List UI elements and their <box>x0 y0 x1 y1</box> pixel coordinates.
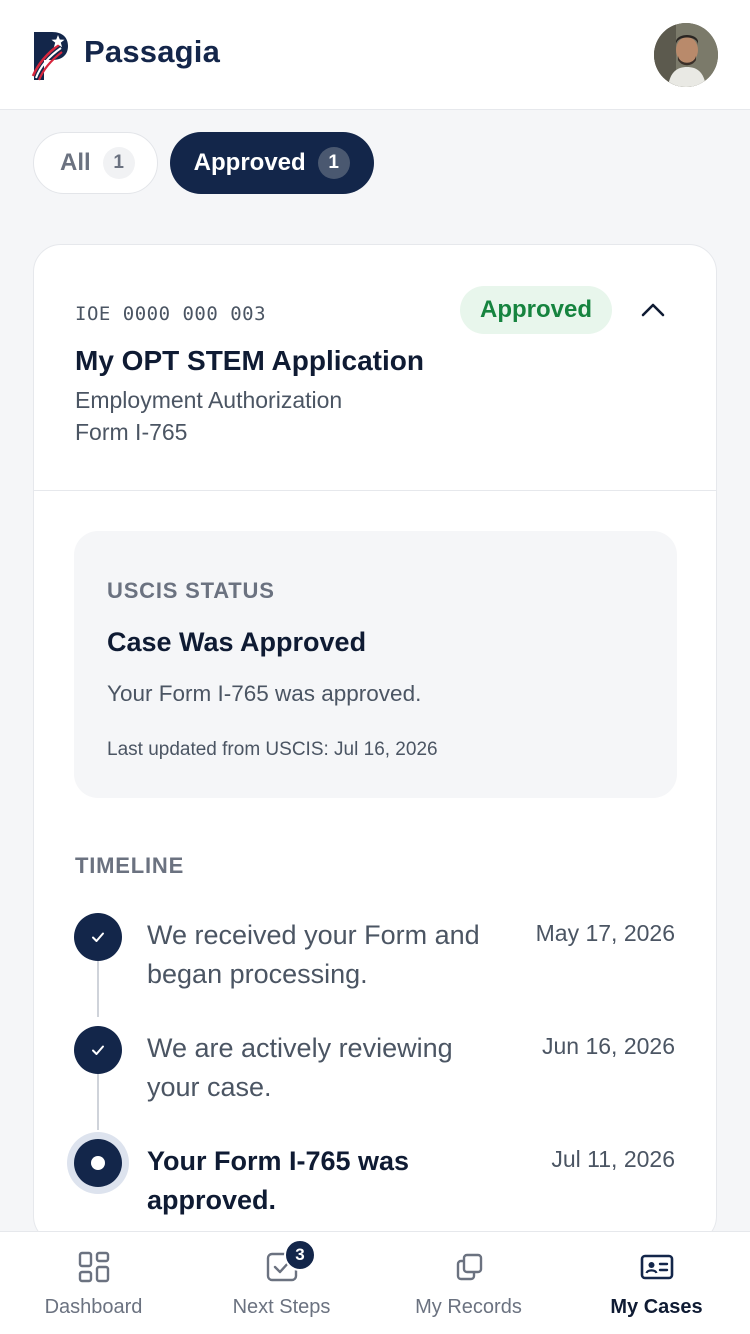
nav-next-steps[interactable]: 3 Next Steps <box>188 1232 375 1334</box>
current-step-icon <box>74 1139 122 1187</box>
brand-name: Passagia <box>84 34 221 69</box>
uscis-status-panel: USCIS STATUS Case Was Approved Your Form… <box>74 531 677 798</box>
case-title: My OPT STEM Application <box>75 345 424 376</box>
timeline-item-date: Jul 11, 2026 <box>551 1146 675 1172</box>
passagia-logo-icon <box>31 32 68 81</box>
filter-all-count: 1 <box>102 147 135 179</box>
avatar[interactable] <box>654 23 718 87</box>
uscis-status-title: Case Was Approved <box>107 627 367 657</box>
uscis-status-label: USCIS STATUS <box>107 578 275 603</box>
filter-approved-count: 1 <box>317 147 350 179</box>
status-badge: Approved <box>460 286 613 334</box>
timeline-item-text: We are actively reviewing your case. <box>147 1033 453 1102</box>
filter-approved-label: Approved <box>193 149 306 176</box>
timeline-item-date: May 17, 2026 <box>535 920 675 946</box>
dashboard-icon <box>78 1251 109 1283</box>
case-receipt-number: IOE 0000 000 003 <box>75 303 267 325</box>
timeline-connector <box>97 961 99 1017</box>
next-steps-badge: 3 <box>284 1239 316 1271</box>
filter-approved-chip[interactable]: Approved 1 <box>169 132 374 194</box>
nav-my-records[interactable]: My Records <box>375 1232 562 1334</box>
case-card: IOE 0000 000 003 Approved My OPT STEM Ap… <box>33 244 717 1244</box>
filter-all-chip[interactable]: All 1 <box>33 132 158 194</box>
check-icon <box>74 1026 122 1074</box>
timeline-label: TIMELINE <box>75 853 185 878</box>
check-icon <box>74 913 122 961</box>
nav-dashboard[interactable]: Dashboard <box>0 1232 187 1334</box>
case-card-header[interactable]: IOE 0000 000 003 Approved My OPT STEM Ap… <box>34 245 716 491</box>
app-header: Passagia <box>0 0 750 110</box>
timeline-item-text: We received your Form and began processi… <box>147 920 480 989</box>
bottom-nav: Dashboard 3 Next Steps My Records My Cas… <box>0 1231 750 1334</box>
timeline-item-date: Jun 16, 2026 <box>541 1033 675 1059</box>
nav-my-cases-label: My Cases <box>610 1296 703 1318</box>
timeline-connector <box>97 1074 99 1130</box>
nav-next-steps-label: Next Steps <box>232 1296 331 1318</box>
filter-chips: All 1 Approved 1 <box>33 132 374 194</box>
nav-my-cases[interactable]: My Cases <box>563 1232 750 1334</box>
nav-dashboard-label: Dashboard <box>44 1296 143 1318</box>
id-card-icon <box>640 1254 673 1280</box>
records-icon <box>456 1253 482 1281</box>
nav-my-records-label: My Records <box>415 1296 522 1318</box>
uscis-status-text: Your Form I-765 was approved. <box>107 681 422 706</box>
case-subtitle: Employment Authorization <box>75 387 343 413</box>
filter-all-label: All <box>60 149 91 176</box>
timeline-item-text: Your Form I-765 was approved. <box>147 1146 410 1215</box>
chevron-up-icon[interactable] <box>636 295 670 325</box>
uscis-last-updated: Last updated from USCIS: Jul 16, 2026 <box>107 739 438 760</box>
case-form: Form I-765 <box>75 419 188 445</box>
